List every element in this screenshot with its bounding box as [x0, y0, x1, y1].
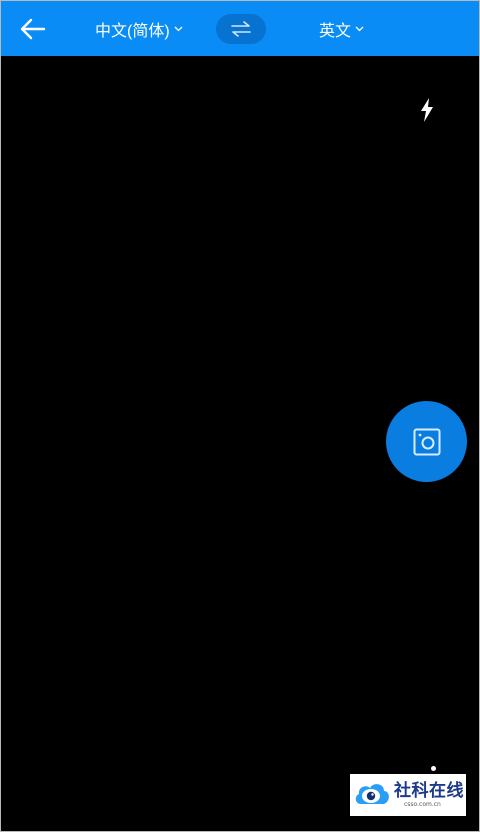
source-language-selector[interactable]: 中文(简体)	[95, 15, 183, 43]
watermark-title: 社科在线	[394, 781, 464, 801]
chevron-down-icon	[355, 26, 364, 32]
top-bar: 中文(简体) 英文	[1, 1, 479, 56]
back-button[interactable]	[13, 11, 53, 47]
watermark-badge: 社科在线 csso.com.cn	[350, 774, 466, 816]
chevron-down-icon	[174, 26, 183, 32]
camera-capture-icon	[413, 428, 440, 455]
flash-icon	[421, 98, 433, 122]
arrow-left-icon	[20, 18, 46, 40]
camera-translate-screen: 中文(简体) 英文 社科在线 csso.com.cn	[0, 0, 480, 832]
cloud-eye-logo-icon	[352, 775, 392, 815]
flash-toggle-button[interactable]	[415, 97, 439, 123]
swap-languages-button[interactable]	[216, 14, 266, 44]
source-language-label: 中文(简体)	[95, 23, 170, 40]
indicator-dot	[431, 766, 436, 771]
target-language-selector[interactable]: 英文	[319, 15, 364, 43]
capture-button[interactable]	[386, 401, 467, 482]
swap-arrows-icon	[231, 21, 251, 37]
watermark-subtitle: csso.com.cn	[404, 801, 441, 808]
target-language-label: 英文	[319, 23, 352, 40]
